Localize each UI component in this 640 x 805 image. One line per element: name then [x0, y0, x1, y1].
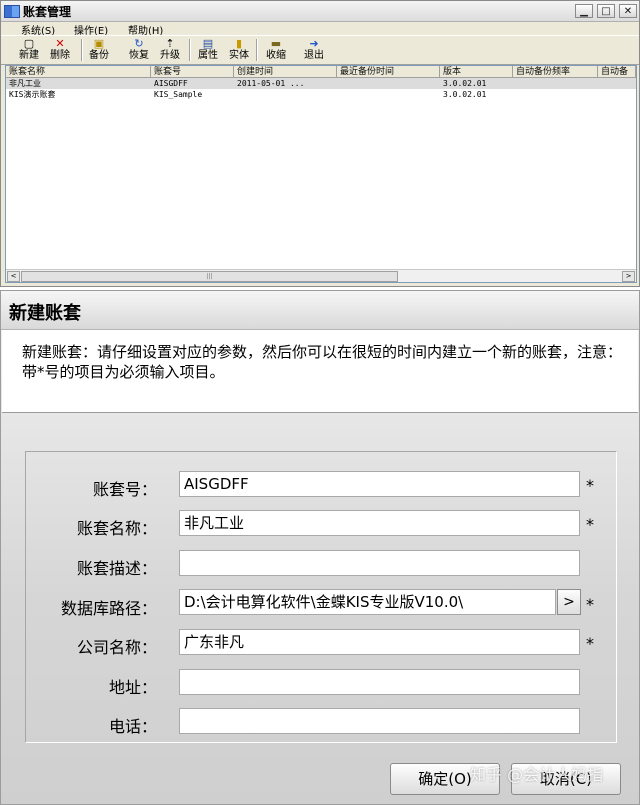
column-header-version[interactable]: 版本 [440, 66, 513, 78]
dialog-description: 新建账套：请仔细设置对应的参数，然后你可以在很短的时间内建立一个新的账套，注意：… [22, 343, 623, 381]
list-row[interactable]: 非凡工业 AISGDFF 2011-05-01 ... 3.0.02.01 [6, 78, 636, 89]
cell-name: KIS演示账套 [9, 90, 56, 99]
address-label: 地址： [108, 678, 157, 697]
watermark: 知乎 @会计人妈指 [470, 765, 604, 784]
app-icon [4, 5, 20, 18]
account-code-label: 账套号： [92, 480, 157, 499]
cell-version: 3.0.02.01 [443, 90, 487, 99]
account-description-label: 账套描述： [76, 559, 157, 578]
account-list: 账套名称 账套号 创建时间 最近备份时间 版本 自动备份频率 自动备 非凡工业 … [5, 65, 637, 283]
menu-bar: 系统(S) 操作(E) 帮助(H) [1, 21, 639, 37]
required-mark: * [586, 476, 594, 495]
column-header-backup-time[interactable]: 最近备份时间 [337, 66, 440, 78]
list-row[interactable]: KIS演示账套 KIS_Sample 3.0.02.01 [6, 89, 636, 100]
upgrade-button[interactable]: ⇡ 升级 [152, 37, 188, 63]
dialog-title: 新建账套 [9, 303, 81, 324]
phone-label: 电话： [108, 717, 157, 736]
shrink-button[interactable]: ▬ 收缩 [258, 37, 294, 63]
required-mark: * [586, 634, 594, 653]
column-header-backup-frequency[interactable]: 自动备份频率 [513, 66, 598, 78]
column-header-name[interactable]: 账套名称 [6, 66, 151, 78]
delete-icon: ✕ [55, 37, 65, 50]
delete-button[interactable]: ✕ 删除 [42, 37, 78, 63]
window-title: 账套管理 [23, 5, 72, 19]
delete-label: 删除 [50, 50, 70, 61]
exit-label: 退出 [304, 50, 324, 61]
scroll-left-arrow-icon[interactable]: < [7, 271, 20, 282]
account-description-input[interactable] [179, 550, 580, 576]
database-path-label: 数据库路径： [60, 599, 157, 618]
company-name-input[interactable]: 广东非凡 [179, 629, 580, 655]
cell-version: 3.0.02.01 [443, 79, 487, 88]
upgrade-icon: ⇡ [165, 37, 175, 50]
entity-label: 实体 [229, 50, 249, 61]
required-mark: * [586, 515, 594, 534]
entity-button[interactable]: ▮ 实体 [221, 37, 257, 63]
horizontal-scrollbar[interactable]: < ||| > [6, 269, 636, 282]
toolbar: ▢ 新建 ✕ 删除 ▣ 备份 ↻ 恢复 ⇡ 升级 ▤ 属性 ▮ 实体 ▬ 收缩 … [1, 35, 639, 65]
maximize-button[interactable]: □ [597, 4, 615, 18]
minimize-button[interactable]: ▁ [575, 4, 593, 18]
backup-icon: ▣ [93, 37, 105, 50]
column-header-code[interactable]: 账套号 [151, 66, 234, 78]
required-mark: * [586, 595, 594, 614]
close-button[interactable]: ✕ [619, 4, 637, 18]
company-name-label: 公司名称： [76, 638, 157, 657]
address-input[interactable] [179, 669, 580, 695]
scroll-right-arrow-icon[interactable]: > [622, 271, 635, 282]
cell-code: KIS_Sample [154, 90, 203, 99]
cell-code: AISGDFF [154, 79, 188, 88]
upgrade-label: 升级 [160, 50, 180, 61]
account-code-input[interactable]: AISGDFF [179, 471, 580, 497]
cell-name: 非凡工业 [9, 79, 41, 88]
backup-button[interactable]: ▣ 备份 [81, 37, 117, 63]
exit-icon: ➜ [309, 37, 319, 50]
dialog-title-bar: 新建账套 [1, 291, 639, 330]
phone-input[interactable] [179, 708, 580, 734]
exit-button[interactable]: ➜ 退出 [296, 37, 332, 63]
shrink-label: 收缩 [266, 50, 286, 61]
account-name-label: 账套名称： [76, 519, 157, 538]
browse-button[interactable]: > [557, 589, 581, 615]
column-header-auto-backup[interactable]: 自动备 [598, 66, 636, 78]
shrink-icon: ▬ [270, 37, 282, 50]
cell-created: 2011-05-01 ... [237, 79, 305, 88]
database-path-input[interactable]: D:\会计电算化软件\金蝶KIS专业版V10.0\ [179, 589, 556, 615]
backup-label: 备份 [89, 50, 109, 61]
scroll-thumb[interactable]: ||| [21, 271, 398, 282]
account-name-input[interactable]: 非凡工业 [179, 510, 580, 536]
column-header-created[interactable]: 创建时间 [234, 66, 337, 78]
entity-icon: ▮ [235, 37, 243, 50]
new-account-dialog: 新建账套 新建账套：请仔细设置对应的参数，然后你可以在很短的时间内建立一个新的账… [0, 290, 640, 805]
account-manager-window: 账套管理 ▁ □ ✕ 系统(S) 操作(E) 帮助(H) ▢ 新建 ✕ 删除 ▣… [0, 0, 640, 287]
title-bar: 账套管理 ▁ □ ✕ [1, 1, 639, 22]
description-panel: 新建账套：请仔细设置对应的参数，然后你可以在很短的时间内建立一个新的账套，注意：… [2, 330, 638, 413]
